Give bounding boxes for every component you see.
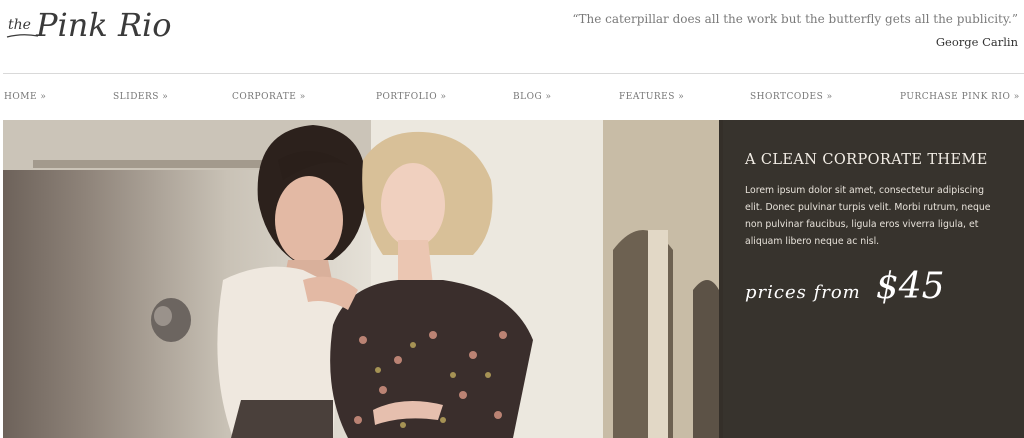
hero-caption-panel: A CLEAN CORPORATE THEME Lorem ipsum dolo…: [719, 120, 1024, 438]
nav-blog[interactable]: BLOG »: [513, 92, 552, 102]
site-logo[interactable]: the Pink Rio: [4, 4, 184, 52]
header-divider: [3, 73, 1024, 74]
hero-body-text: Lorem ipsum dolor sit amet, consectetur …: [745, 185, 991, 247]
quote-text: “The caterpillar does all the work but t…: [572, 12, 1018, 26]
nav-sliders[interactable]: SLIDERS »: [113, 92, 168, 102]
nav-purchase[interactable]: PURCHASE PINK RIO »: [900, 92, 1020, 102]
price-label: prices from: [745, 282, 861, 303]
nav-corporate[interactable]: CORPORATE »: [232, 92, 306, 102]
logo-swash-icon: [6, 34, 39, 38]
quote-author: George Carlin: [935, 35, 1018, 49]
hero-title: A CLEAN CORPORATE THEME: [745, 152, 988, 168]
nav-features[interactable]: FEATURES »: [619, 92, 684, 102]
nav-home[interactable]: HOME »: [4, 92, 46, 102]
nav-shortcodes[interactable]: SHORTCODES »: [750, 92, 833, 102]
hero-slider[interactable]: A CLEAN CORPORATE THEME Lorem ipsum dolo…: [3, 120, 1024, 438]
site-header: the Pink Rio “The caterpillar does all t…: [0, 0, 1024, 74]
header-quote: “The caterpillar does all the work but t…: [572, 12, 1018, 49]
price-value: $45: [875, 266, 945, 307]
nav-portfolio[interactable]: PORTFOLIO »: [376, 92, 446, 102]
main-nav: HOME » SLIDERS » CORPORATE » PORTFOLIO »…: [0, 86, 1024, 110]
hero-price: prices from $45: [745, 266, 945, 307]
